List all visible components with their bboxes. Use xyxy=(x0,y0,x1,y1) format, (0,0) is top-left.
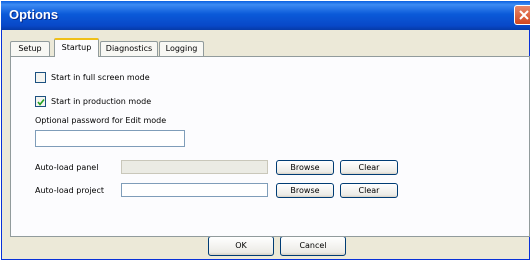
autoload-project-label: Auto-load project xyxy=(35,186,105,195)
checkmark-icon xyxy=(37,99,45,106)
autoload-project-input[interactable] xyxy=(121,183,268,197)
password-label: Optional password for Edit mode xyxy=(35,116,167,125)
autoload-project-clear-button[interactable]: Clear xyxy=(340,183,398,198)
close-button[interactable] xyxy=(514,5,530,25)
cancel-button[interactable]: Cancel xyxy=(280,236,346,256)
close-icon xyxy=(519,10,529,20)
startup-panel: Start in full screen mode Start in produ… xyxy=(10,56,530,237)
tab-diagnostics[interactable]: Diagnostics xyxy=(100,41,158,56)
options-dialog: Options Setup Startup Diagnostics Loggin… xyxy=(1,1,530,260)
autoload-panel-label: Auto-load panel xyxy=(35,163,99,172)
production-mode-checkbox[interactable] xyxy=(35,96,46,107)
ok-button[interactable]: OK xyxy=(208,236,274,256)
password-input[interactable] xyxy=(35,130,185,147)
production-mode-label: Start in production mode xyxy=(51,97,152,106)
tab-startup[interactable]: Startup xyxy=(54,38,99,57)
autoload-panel-input xyxy=(121,160,268,174)
autoload-project-browse-button[interactable]: Browse xyxy=(276,183,334,198)
window-title: Options xyxy=(9,7,59,22)
autoload-panel-browse-button[interactable]: Browse xyxy=(276,160,334,175)
tab-logging[interactable]: Logging xyxy=(159,41,204,56)
full-screen-label: Start in full screen mode xyxy=(51,73,150,82)
title-bar[interactable]: Options xyxy=(1,1,530,30)
full-screen-checkbox[interactable] xyxy=(35,72,46,83)
tab-setup[interactable]: Setup xyxy=(10,41,50,56)
autoload-panel-clear-button[interactable]: Clear xyxy=(340,160,398,175)
